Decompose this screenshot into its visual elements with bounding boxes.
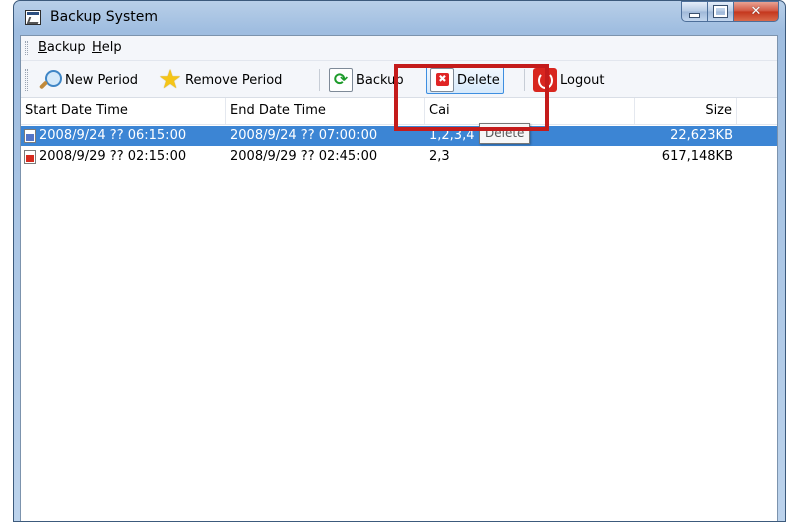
logout-button[interactable]: Logout (530, 66, 608, 94)
app-icon (25, 10, 41, 25)
remove-period-label: Remove Period (185, 72, 283, 88)
logout-label: Logout (560, 72, 605, 88)
search-icon (38, 68, 62, 92)
video-file-icon (24, 129, 36, 143)
maximize-button[interactable] (708, 1, 734, 22)
video-file-icon (24, 150, 36, 164)
row-end: 2008/9/29 ?? 02:45:00 (230, 149, 378, 164)
menu-help-label: Help (92, 40, 122, 55)
column-size[interactable]: Size (635, 98, 737, 124)
delete-tooltip: Delete (479, 123, 531, 144)
delete-label: Delete (457, 72, 500, 88)
row-size: 617,148KB (661, 149, 733, 164)
window-controls: ✕ (681, 1, 779, 23)
backup-button[interactable]: ⟳ Backup (326, 66, 407, 94)
refresh-icon: ⟳ (329, 68, 353, 92)
column-start[interactable]: Start Date Time (21, 98, 226, 124)
close-button[interactable]: ✕ (734, 1, 779, 22)
menubar-grip[interactable] (25, 41, 28, 55)
row-start: 2008/9/29 ?? 02:15:00 (39, 149, 187, 164)
new-period-button[interactable]: New Period (35, 66, 141, 94)
menu-backup[interactable]: Backup (35, 39, 89, 56)
delete-button[interactable]: Delete (426, 66, 504, 94)
backup-label: Backup (356, 72, 404, 88)
list-header: Start Date Time End Date Time Cai Size (21, 98, 777, 125)
logout-icon (533, 68, 557, 92)
table-row[interactable]: 2008/9/29 ?? 02:15:00 2008/9/29 ?? 02:45… (21, 147, 777, 167)
column-channel[interactable]: Cai (425, 98, 635, 124)
menu-help[interactable]: Help (89, 39, 125, 56)
star-icon: ★ (158, 65, 182, 95)
row-end: 2008/9/24 ?? 07:00:00 (230, 128, 378, 143)
backup-list[interactable]: Start Date Time End Date Time Cai Size 2… (21, 98, 777, 521)
toolbar: New Period ★ Remove Period ⟳ Backup Dele… (21, 61, 777, 98)
maximize-icon (713, 5, 728, 18)
close-icon: ✕ (750, 4, 762, 19)
client-area: Backup Help New Period ★ Remove Period ⟳… (20, 35, 778, 521)
remove-period-button[interactable]: ★ Remove Period (155, 66, 285, 94)
toolbar-grip[interactable] (25, 69, 28, 91)
toolbar-separator (524, 69, 525, 91)
window-title: Backup System (50, 9, 158, 25)
minimize-icon (689, 12, 700, 18)
minimize-button[interactable] (681, 1, 708, 22)
menu-bar: Backup Help (21, 36, 777, 61)
row-channel: 2,3 (429, 149, 450, 164)
app-window: Backup System ✕ Backup Help New Period ★… (13, 0, 786, 522)
new-period-label: New Period (65, 72, 139, 88)
toolbar-separator (319, 69, 320, 91)
row-start: 2008/9/24 ?? 06:15:00 (39, 128, 187, 143)
delete-icon (430, 68, 454, 92)
title-bar[interactable]: Backup System ✕ (14, 1, 785, 35)
table-row[interactable]: 2008/9/24 ?? 06:15:00 2008/9/24 ?? 07:00… (21, 126, 777, 146)
menu-backup-label: Backup (38, 40, 86, 55)
row-size: 22,623KB (670, 128, 733, 143)
row-channel: 1,2,3,4 (429, 128, 475, 143)
column-end[interactable]: End Date Time (226, 98, 425, 124)
